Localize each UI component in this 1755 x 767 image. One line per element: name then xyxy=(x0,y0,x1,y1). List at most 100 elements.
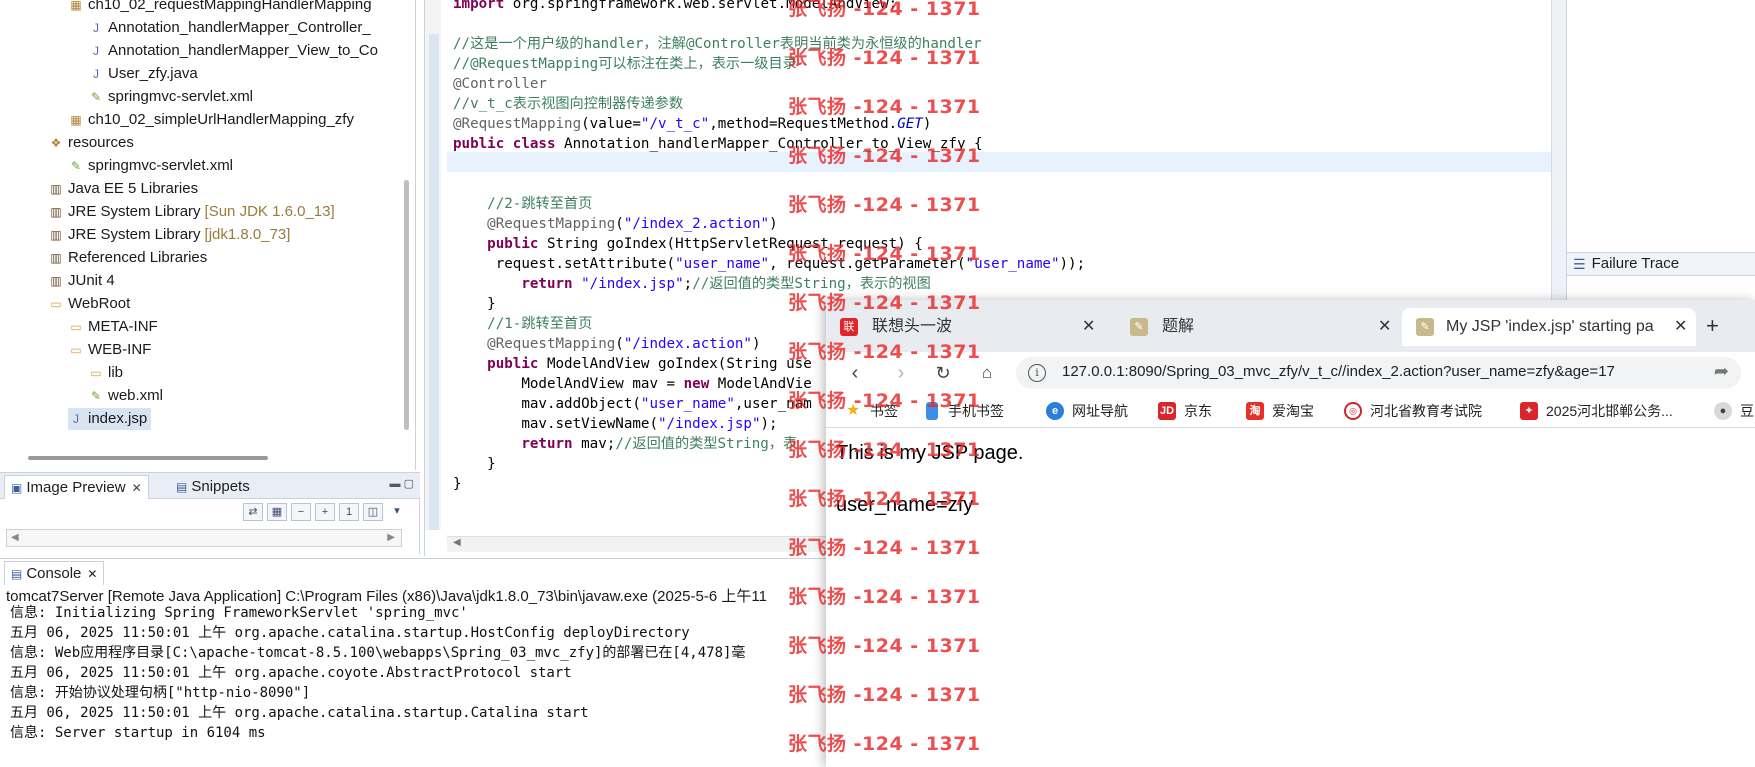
tree-item[interactable]: ▥ JRE System Library [Sun JDK 1.6.0_13] xyxy=(48,201,334,223)
tab-image-preview[interactable]: ▣ Image Preview ✕ xyxy=(4,475,149,499)
failure-trace-label: Failure Trace xyxy=(1591,255,1680,272)
code-line[interactable]: } xyxy=(453,454,496,474)
close-tab-icon[interactable]: ✕ xyxy=(1674,308,1687,346)
code-token: return xyxy=(521,276,573,292)
share-icon[interactable]: ➦ xyxy=(1714,361,1729,382)
library-icon: ▥ xyxy=(50,205,62,219)
code-line[interactable]: mav.setViewName("/index.jsp"); xyxy=(453,414,777,434)
code-line[interactable]: } xyxy=(453,474,462,494)
code-line[interactable]: return mav;//返回值的类型String，表 xyxy=(453,434,797,454)
minimize-maximize-icons[interactable]: ▬ ▢ xyxy=(390,477,414,490)
code-token: mav.setViewName( xyxy=(453,416,658,432)
code-token: )); xyxy=(1059,256,1086,272)
code-line[interactable]: //1-跳转至首页 xyxy=(453,314,592,334)
tree-item[interactable]: ▭ META-INF xyxy=(68,316,157,338)
scroll-left-icon[interactable]: ◀ xyxy=(11,532,19,543)
browser-tab-2[interactable]: ✎ 题解 ✕ xyxy=(1116,308,1401,346)
code-token: public xyxy=(487,236,539,252)
tree-item[interactable]: ▥ Referenced Libraries xyxy=(48,247,207,269)
new-tab-button[interactable]: + xyxy=(1706,312,1719,340)
code-line[interactable]: mav.addObject("user_name",user_nam xyxy=(453,394,811,414)
code-line[interactable]: @RequestMapping("/index_2.action") xyxy=(453,214,777,234)
tree-item[interactable]: J Annotation_handlerMapper_Controller_ xyxy=(88,17,371,39)
bookmark-item[interactable]: ◎ 河北省教育考试院 xyxy=(1344,400,1482,422)
tree-item[interactable]: ▦ ch10_02_simpleUrlHandlerMapping_zfy xyxy=(68,109,354,131)
grid-icon[interactable]: ▦ xyxy=(267,503,287,521)
tree-item[interactable]: ▦ ch10_02_requestMappingHandlerMapping xyxy=(68,0,371,16)
tree-item[interactable]: ▥ JRE System Library [jdk1.8.0_73] xyxy=(48,224,290,246)
tree-item-label: Java EE 5 Libraries xyxy=(68,180,199,197)
browser-tab-title: My JSP 'index.jsp' starting pa xyxy=(1446,318,1654,335)
code-line[interactable]: //2-跳转至首页 xyxy=(453,194,592,214)
address-url[interactable]: 127.0.0.1:8090/Spring_03_mvc_zfy/v_t_c//… xyxy=(1062,363,1615,380)
tree-item[interactable]: Jindex.jsp xyxy=(68,408,152,430)
close-icon[interactable]: ✕ xyxy=(132,477,142,499)
code-token: "/index_2.action" xyxy=(623,216,770,232)
close-tab-icon[interactable]: ✕ xyxy=(1082,308,1095,346)
code-line[interactable]: @RequestMapping("/index.action") xyxy=(453,334,760,354)
tree-item[interactable]: ▭ WEB-INF xyxy=(68,339,151,361)
tab-snippets[interactable]: ▤ Snippets xyxy=(170,475,256,499)
bookmark-item[interactable]: e 网址导航 xyxy=(1046,400,1128,422)
code-line[interactable]: public ModelAndView goIndex(String use xyxy=(453,354,812,374)
tree-item[interactable]: ✎ web.xml xyxy=(88,385,163,407)
bookmark-item[interactable]: ✦ 2025河北邯郸公务... xyxy=(1520,400,1673,422)
chevron-down-icon[interactable]: ▾ xyxy=(387,503,407,521)
info-icon[interactable]: i xyxy=(1028,364,1046,382)
tree-item[interactable]: J Annotation_handlerMapper_View_to_Co xyxy=(88,40,378,62)
tree-item[interactable]: J User_zfy.java xyxy=(88,63,198,85)
close-tab-icon[interactable]: ✕ xyxy=(1378,308,1391,346)
list-icon: ☰ xyxy=(1573,256,1586,272)
tree-item-label: index.jsp xyxy=(88,410,148,427)
bookmark-item[interactable]: ● 豆 xyxy=(1714,400,1754,422)
actual-size-icon[interactable]: 1 xyxy=(339,503,359,521)
zoom-out-icon[interactable]: − xyxy=(291,503,311,521)
tree-item[interactable]: ✎ springmvc-servlet.xml xyxy=(68,155,233,177)
jsp-file-icon: J xyxy=(73,412,79,426)
watermark-text: 张飞扬 -124 - 1371 xyxy=(788,145,981,167)
java-file-icon: J xyxy=(93,67,99,81)
scroll-right-icon[interactable]: ▶ xyxy=(387,532,395,543)
code-token: mav.addObject( xyxy=(453,396,641,412)
tree-item[interactable]: ▥ JUnit 4 xyxy=(48,270,114,292)
preview-scrollbar[interactable]: ◀ ▶ xyxy=(6,529,402,547)
watermark-text: 张飞扬 -124 - 1371 xyxy=(788,47,981,69)
scroll-left-icon[interactable]: ◀ xyxy=(453,537,461,548)
tree-item-detail: [jdk1.8.0_73] xyxy=(204,226,291,243)
browser-tab-active[interactable]: ✎ My JSP 'index.jsp' starting pa ✕ xyxy=(1402,308,1696,346)
code-token: "/index.action" xyxy=(623,336,752,352)
zoom-in-icon[interactable]: + xyxy=(315,503,335,521)
explorer-scrollbar[interactable] xyxy=(404,180,409,430)
code-line[interactable]: //@RequestMapping可以标注在类上，表示一级目录 xyxy=(453,54,797,74)
tree-item[interactable]: ❖ resources xyxy=(48,132,134,154)
bookmark-item[interactable]: JD 京东 xyxy=(1158,400,1212,422)
tab-console[interactable]: ▤ Console ✕ xyxy=(4,561,105,585)
close-icon[interactable]: ✕ xyxy=(87,563,97,585)
code-line[interactable]: ModelAndView mav = new ModelAndVie xyxy=(453,374,811,394)
tree-item-label: springmvc-servlet.xml xyxy=(88,157,234,174)
bookmark-item[interactable]: 淘 爱淘宝 xyxy=(1246,400,1314,422)
tree-item-label: ch10_02_simpleUrlHandlerMapping_zfy xyxy=(88,111,354,128)
code-line[interactable]: request.setAttribute("user_name", reques… xyxy=(453,254,1085,274)
explorer-hscrollbar[interactable] xyxy=(28,456,268,460)
code-token: request.setAttribute( xyxy=(453,256,676,272)
tree-item[interactable]: ▭ lib xyxy=(88,362,123,384)
console-line: 信息: Server startup in 6104 ms xyxy=(10,725,266,741)
code-line[interactable]: @Controller xyxy=(453,74,547,94)
tree-item[interactable]: ▥ Java EE 5 Libraries xyxy=(48,178,198,200)
console-icon: ▤ xyxy=(11,566,23,581)
tree-item-label: lib xyxy=(108,364,124,381)
code-line[interactable]: //v_t_c表示视图向控制器传递参数 xyxy=(453,94,683,114)
watermark-text: 张飞扬 -124 - 1371 xyxy=(788,243,981,265)
fit-icon[interactable]: ◫ xyxy=(363,503,383,521)
tree-item-label: Annotation_handlerMapper_View_to_Co xyxy=(108,42,378,59)
code-token: "/index.jsp" xyxy=(581,276,684,292)
address-bar[interactable]: i 127.0.0.1:8090/Spring_03_mvc_zfy/v_t_c… xyxy=(1016,357,1741,389)
code-line[interactable]: } xyxy=(453,294,496,314)
tree-item[interactable]: ▭ WebRoot xyxy=(48,293,130,315)
link-icon[interactable]: ⇄ xyxy=(243,503,263,521)
tree-item[interactable]: ✎ springmvc-servlet.xml xyxy=(88,86,253,108)
